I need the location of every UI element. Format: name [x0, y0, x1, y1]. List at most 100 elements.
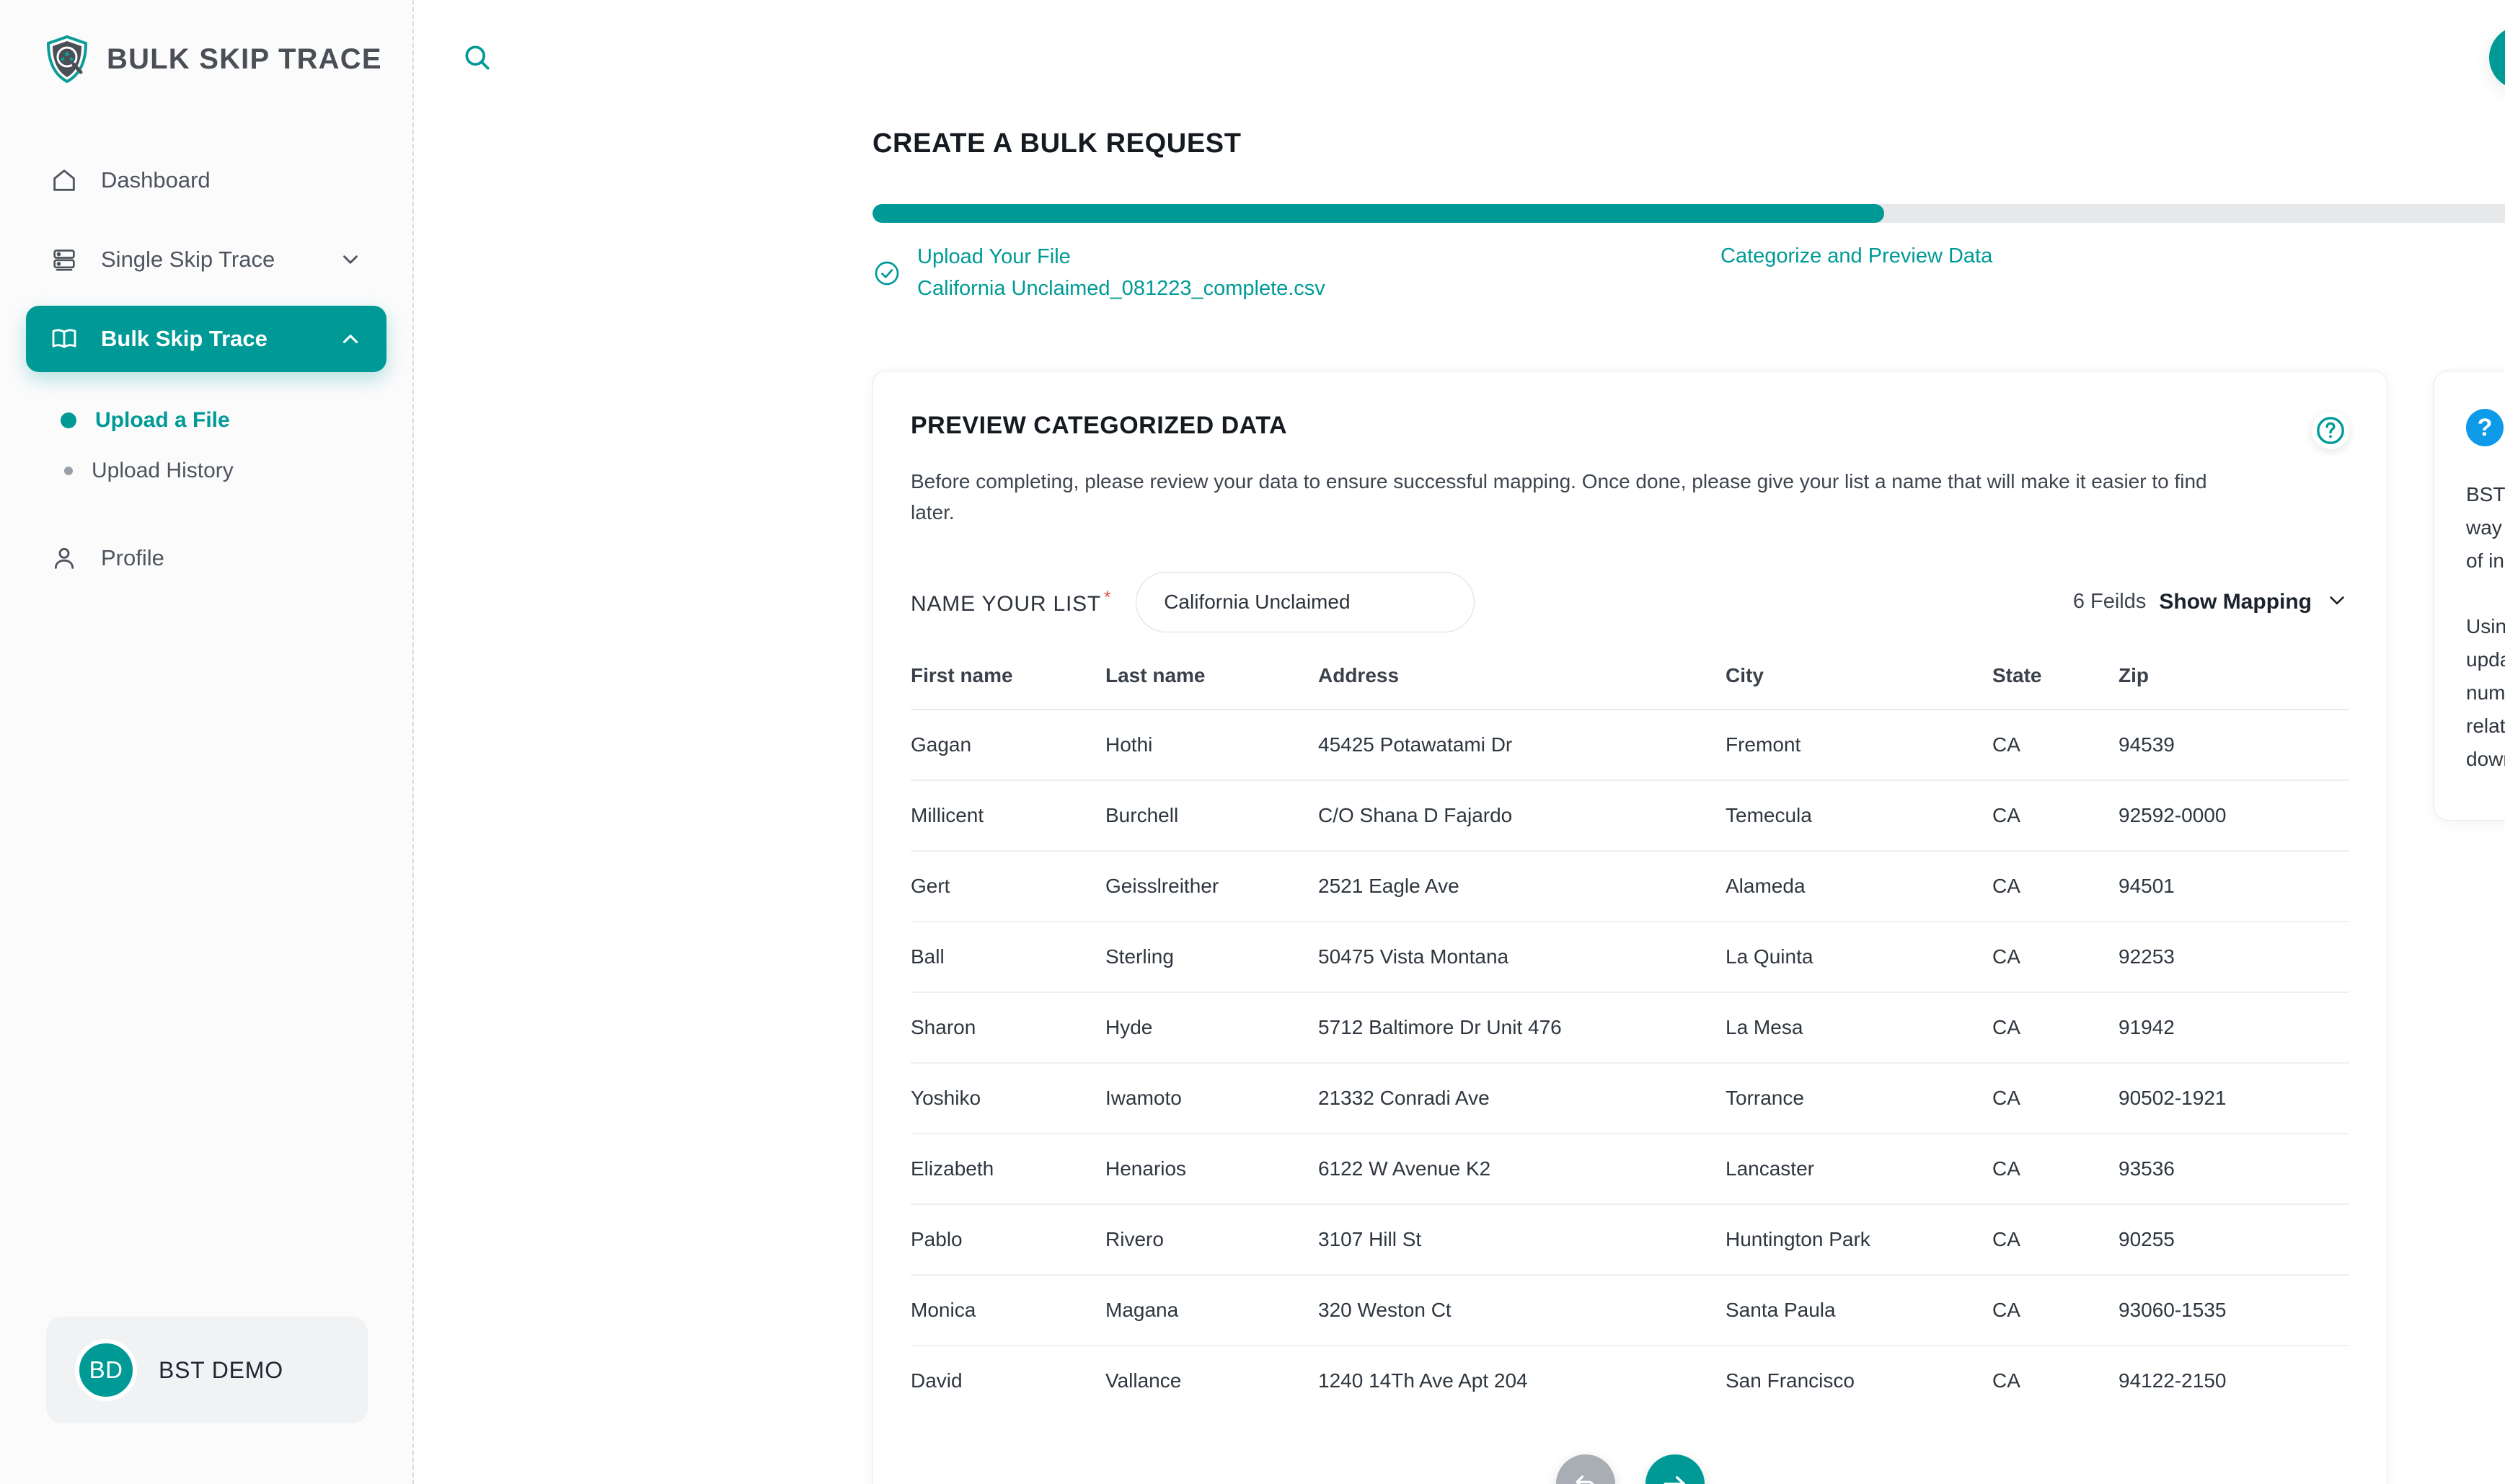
- server-icon: [49, 244, 79, 275]
- table-cell: 1240 14Th Ave Apt 204: [1318, 1369, 1528, 1392]
- table-cell: 92253: [2119, 921, 2349, 993]
- table-cell: Pablo: [911, 1203, 1105, 1276]
- sidebar-item-single-skip-trace[interactable]: Single Skip Trace: [26, 226, 386, 293]
- table-cell: Sharon: [911, 991, 1105, 1064]
- table-cell: 93536: [2119, 1133, 2349, 1205]
- sidebar-item-profile[interactable]: Profile: [26, 525, 386, 591]
- show-mapping-label: Show Mapping: [2159, 589, 2312, 614]
- topbar-actions: 961 credits BD: [2488, 26, 2505, 89]
- table-cell: 93060-1535: [2119, 1274, 2349, 1346]
- step1-label: Upload Your File: [917, 245, 1071, 268]
- table-row: Elizabeth Henarios 6122 W Avenue K2 Lancast…: [911, 1133, 2349, 1205]
- table-cell: 91942: [2119, 991, 2349, 1064]
- content-columns: PREVIEW CATEGORIZED DATA Before completi…: [414, 371, 2505, 1484]
- table-row: Monica Magana 320 Weston Ct Santa Paula CA 93…: [911, 1274, 2349, 1346]
- table-row: Sharon Hyde 5712 Baltimore Dr Unit 476 La M…: [911, 991, 2349, 1064]
- table-cell: 94539: [2119, 709, 2349, 781]
- step1-filename: California Unclaimed_081223_complete.csv: [917, 276, 1325, 300]
- table-cell: Iwamoto: [1105, 1062, 1318, 1134]
- sidebar-item-upload-history[interactable]: Upload History: [26, 446, 386, 496]
- sidebar-subitem-label: Upload History: [92, 459, 234, 482]
- card-description: Before completing, please review your da…: [911, 470, 2207, 524]
- table-body: Gagan Hothi 45425 Potawatami Dr Fremont CA 94…: [911, 709, 2349, 1415]
- credits-button[interactable]: 961 credits: [2488, 26, 2505, 89]
- table-cell: Gert: [911, 850, 1105, 922]
- brand-name: BULK SKIP TRACE: [107, 43, 382, 75]
- table-cell: Geisslreither: [1105, 850, 1318, 922]
- table-pagination: [911, 1454, 2349, 1484]
- brand-logo[interactable]: BULK SKIP TRACE: [0, 0, 412, 84]
- sidebar-item-label: Profile: [101, 545, 164, 570]
- chevron-down-icon[interactable]: [337, 247, 363, 273]
- undo-arrow-icon[interactable]: [1555, 1454, 1615, 1484]
- fields-count-label: 6 Feilds: [2072, 590, 2147, 614]
- info-paragraph-2: Using the power of AI our technology upd…: [2466, 614, 2505, 771]
- info-panel-header: ? What is Bulk Skip Tracing?: [2466, 409, 2505, 446]
- book-icon: [49, 324, 79, 354]
- table-cell: Gagan: [911, 709, 1105, 781]
- table-header-cell-0: First name: [911, 663, 1013, 686]
- table-cell: 5712 Baltimore Dr Unit 476: [1318, 991, 1726, 1064]
- table-cell: San Francisco: [1726, 1369, 1855, 1392]
- required-asterisk: *: [1104, 587, 1112, 607]
- plus-icon[interactable]: [2488, 26, 2505, 89]
- list-name-input[interactable]: [1136, 571, 1475, 632]
- table-cell: CA: [1992, 1133, 2119, 1205]
- table-cell: La Mesa: [1726, 991, 1992, 1064]
- table-cell: Temecula: [1726, 779, 1992, 852]
- step-upload-your-file[interactable]: Upload Your File California Unclaimed_08…: [872, 242, 1325, 304]
- table-cell: La Quinta: [1726, 921, 1992, 993]
- table-cell: Hyde: [1105, 991, 1318, 1064]
- step-categorize-and-preview-data[interactable]: Categorize and Preview Data: [1720, 244, 1992, 268]
- chevron-down-icon[interactable]: [2325, 588, 2349, 616]
- stepper-labels: Upload Your File California Unclaimed_08…: [872, 242, 2505, 304]
- table-cell: 50475 Vista Montana: [1318, 921, 1726, 993]
- table-cell: 3107 Hill St: [1318, 1203, 1726, 1276]
- table-cell: Santa Paula: [1726, 1274, 1992, 1346]
- search-icon[interactable]: [457, 37, 498, 78]
- sidebar-nav: Dashboard Single Skip Trace Bulk Skip Tr…: [0, 147, 412, 591]
- table-cell: Sterling: [1105, 921, 1318, 993]
- table-header-cell-1: Last name: [1105, 663, 1206, 686]
- table-cell: 21332 Conradi Ave: [1318, 1062, 1726, 1134]
- sidebar-item-dashboard[interactable]: Dashboard: [26, 147, 386, 213]
- bullet-icon: [64, 467, 73, 475]
- table-cell: Henarios: [1105, 1133, 1318, 1205]
- info-paragraph-1: BST's bulk search is a quick and effecti…: [2466, 483, 2505, 573]
- show-mapping-toggle[interactable]: 6 Feilds Show Mapping: [2073, 588, 2349, 616]
- table-cell: 2521 Eagle Ave: [1318, 850, 1726, 922]
- table-cell: Torrance: [1726, 1062, 1992, 1134]
- table-cell: Hothi: [1105, 709, 1318, 781]
- table-cell: 94501: [2119, 850, 2349, 922]
- sidebar-item-upload-a-file[interactable]: Upload a File: [26, 395, 386, 446]
- table-cell: 92592-0000: [2119, 779, 2349, 852]
- table-row: Gagan Hothi 45425 Potawatami Dr Fremont CA 94…: [911, 709, 2349, 781]
- table-row: Gert Geisslreither 2521 Eagle Ave Alameda CA…: [911, 850, 2349, 922]
- check-circle-icon: [872, 259, 901, 288]
- bullet-icon: [61, 412, 76, 428]
- table-cell: Alameda: [1726, 850, 1992, 922]
- question-mark-badge-icon: ?: [2466, 409, 2504, 446]
- sidebar: BULK SKIP TRACE Dashboard Single Skip Tr…: [0, 0, 414, 1484]
- sidebar-item-bulk-skip-trace[interactable]: Bulk Skip Trace: [26, 306, 386, 372]
- topbar: 961 credits BD: [414, 0, 2505, 115]
- chevron-up-icon[interactable]: [337, 326, 363, 352]
- table-row: Pablo Rivero 3107 Hill St Huntington Park CA…: [911, 1203, 2349, 1276]
- table-cell: CA: [1992, 1369, 2020, 1392]
- table-cell: CA: [1992, 709, 2119, 781]
- table-cell: Burchell: [1105, 779, 1318, 852]
- table-cell: Yoshiko: [911, 1062, 1105, 1134]
- name-your-list-row: NAME YOUR LIST* 6 Feilds Show Mapping: [911, 571, 2349, 632]
- table-cell: 320 Weston Ct: [1318, 1274, 1726, 1346]
- table-cell: CA: [1992, 991, 2119, 1064]
- table-header-cell-2: Address: [1318, 663, 1400, 686]
- table-cell: Millicent: [911, 779, 1105, 852]
- question-mark-icon[interactable]: [2312, 412, 2349, 449]
- name-your-list-label: NAME YOUR LIST *: [911, 587, 1112, 616]
- table-cell: CA: [1992, 850, 2119, 922]
- sidebar-user-card[interactable]: BD BST DEMO: [46, 1317, 368, 1423]
- avatar: BD: [75, 1339, 137, 1401]
- arrow-right-icon[interactable]: [1645, 1454, 1705, 1484]
- bulk-skip-trace-submenu: Upload a File Upload History: [26, 385, 386, 496]
